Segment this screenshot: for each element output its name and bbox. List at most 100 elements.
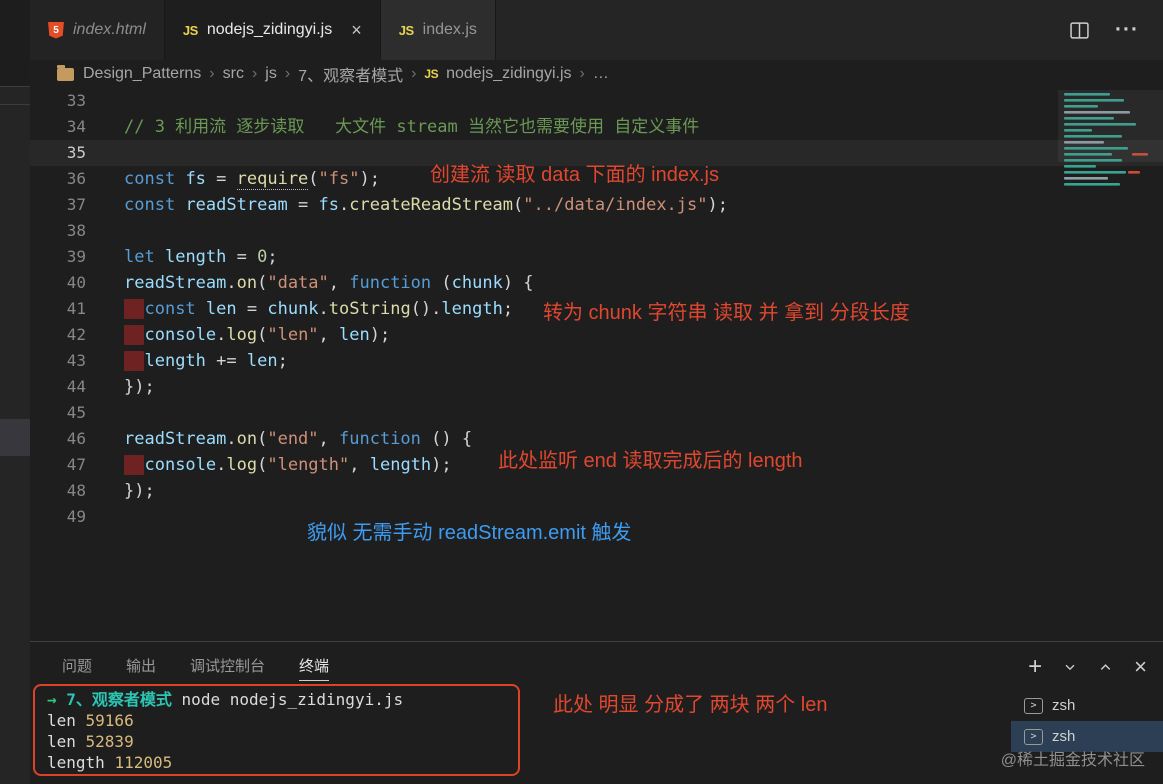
code-text: readStream.on("end", function () {	[124, 429, 473, 449]
code-line-43[interactable]: 43 length += len;	[30, 348, 1163, 374]
line-number: 45	[66, 403, 86, 422]
panel-tabs: 问题 输出 调试控制台 终端	[30, 642, 1163, 684]
breadcrumb-separator: ›	[284, 65, 291, 82]
close-tab-icon[interactable]: ×	[351, 20, 362, 41]
activity-bar[interactable]	[0, 0, 30, 784]
breadcrumb-separator: ›	[411, 65, 417, 82]
line-number: 46	[66, 429, 86, 448]
breadcrumb-item[interactable]: nodejs_zidingyi.js	[446, 65, 571, 83]
line-number: 37	[66, 195, 86, 214]
code-line-49[interactable]: 49	[30, 504, 1163, 530]
code-text: // 3 利用流 逐步读取 大文件 stream 当然它也需要使用 自定义事件	[124, 117, 700, 137]
breadcrumb-item[interactable]: src	[223, 65, 244, 83]
breadcrumb-item[interactable]: …	[593, 65, 609, 83]
terminal-label: zsh	[1052, 697, 1076, 714]
split-editor-button[interactable]	[1070, 21, 1089, 39]
html-icon: 5	[48, 21, 64, 39]
close-panel-button[interactable]: ×	[1134, 654, 1147, 680]
code-line-42[interactable]: 42 console.log("len", len);	[30, 322, 1163, 348]
panel-tab-问题[interactable]: 问题	[62, 655, 92, 684]
breadcrumb-item[interactable]: 7、观察者模式	[298, 62, 403, 86]
code-text: length += len;	[86, 348, 288, 374]
editor[interactable]: 33 34 // 3 利用流 逐步读取 大文件 stream 当然它也需要使用 自定…	[30, 88, 1163, 641]
maximize-panel-button[interactable]	[1098, 660, 1113, 675]
terminal-instance-1[interactable]: > zsh	[1011, 690, 1163, 721]
terminal-dropdown-button[interactable]	[1063, 660, 1077, 674]
code-line-36[interactable]: 36 const fs = require("fs");	[30, 166, 1163, 192]
editor-actions: ···	[1070, 0, 1163, 60]
tab-label: index.js	[422, 21, 477, 38]
js-icon: JS	[182, 22, 198, 38]
tab-2[interactable]: JS nodejs_zidingyi.js ×	[164, 0, 381, 60]
terminal-label: zsh	[1052, 728, 1076, 745]
line-number: 44	[66, 377, 86, 396]
code-line-33[interactable]: 33	[30, 88, 1163, 114]
code-text: });	[124, 481, 155, 501]
terminal-highlight-box: → 7、观察者模式 node nodejs_zidingyi.jslen 591…	[33, 684, 520, 776]
js-icon: JS	[398, 22, 414, 38]
terminal-line-2: len 59166	[47, 711, 134, 730]
terminal-list: > zsh > zsh	[1011, 690, 1163, 752]
line-number: 41	[66, 299, 86, 318]
activity-bar-top	[0, 0, 30, 86]
breadcrumb-item[interactable]: Design_Patterns	[83, 65, 201, 83]
watermark: @稀土掘金技术社区	[1000, 752, 1145, 769]
code-line-38[interactable]: 38	[30, 218, 1163, 244]
terminal-line-1: → 7、观察者模式 node nodejs_zidingyi.js	[47, 690, 404, 709]
breadcrumb-items: Design_Patterns › src › js › 7、观察者模式 › JS nodejs_…	[83, 62, 609, 86]
line-number: 35	[66, 143, 86, 162]
code-line-35[interactable]: 35	[30, 140, 1163, 166]
breadcrumb-separator: ›	[251, 65, 258, 82]
breadcrumb: Design_Patterns › src › js › 7、观察者模式 › JS nodejs_…	[30, 60, 1163, 88]
code-text: });	[124, 377, 155, 397]
code-line-48[interactable]: 48});	[30, 478, 1163, 504]
panel-tab-终端[interactable]: 终端	[299, 655, 330, 684]
code-area: 33 34 // 3 利用流 逐步读取 大文件 stream 当然它也需要使用 自定…	[30, 88, 1163, 530]
minimap-slider[interactable]	[1058, 90, 1163, 162]
folder-icon	[57, 64, 74, 81]
line-number: 39	[66, 247, 86, 266]
code-line-45[interactable]: 45	[30, 400, 1163, 426]
terminal-icon: >	[1024, 728, 1043, 745]
panel-tab-调试控制台[interactable]: 调试控制台	[190, 655, 265, 684]
code-line-34[interactable]: 34 // 3 利用流 逐步读取 大文件 stream 当然它也需要使用 自定义事…	[30, 114, 1163, 140]
tab-bar: 5 index.html JS nodejs_zidingyi.js × JS index.…	[30, 0, 1163, 60]
activity-bar-highlight	[0, 419, 30, 456]
line-number: 49	[66, 507, 86, 526]
terminal-output: → 7、观察者模式 node nodejs_zidingyi.jslen 591…	[47, 689, 506, 773]
code-text: readStream.on("data", function (chunk) {	[124, 273, 534, 293]
line-number: 48	[66, 481, 86, 500]
terminal-icon: >	[1024, 697, 1043, 714]
line-number: 34	[66, 117, 86, 136]
code-line-39[interactable]: 39 let length = 0;	[30, 244, 1163, 270]
code-line-46[interactable]: 46 readStream.on("end", function () {	[30, 426, 1163, 452]
minimap[interactable]	[1058, 90, 1163, 205]
tab-label: index.html	[73, 21, 146, 38]
line-number: 47	[66, 455, 86, 474]
terminal[interactable]: → 7、观察者模式 node nodejs_zidingyi.jslen 591…	[30, 684, 1163, 784]
code-line-47[interactable]: 47 console.log("length", length);	[30, 452, 1163, 478]
code-text: console.log("length", length);	[86, 452, 452, 478]
code-line-44[interactable]: 44});	[30, 374, 1163, 400]
new-terminal-button[interactable]: +	[1028, 653, 1042, 681]
tab-label: nodejs_zidingyi.js	[206, 21, 333, 38]
code-line-40[interactable]: 40 readStream.on("data", function (chunk)…	[30, 270, 1163, 296]
code-text: const fs = require("fs");	[124, 169, 380, 190]
tab-1[interactable]: 5 index.html	[30, 0, 165, 60]
more-actions-button[interactable]: ···	[1115, 18, 1139, 42]
code-line-37[interactable]: 37 const readStream = fs.createReadStream…	[30, 192, 1163, 218]
code-line-41[interactable]: 41 const len = chunk.toString().length;	[30, 296, 1163, 322]
tab-3[interactable]: JS index.js	[380, 0, 496, 60]
bottom-panel: 问题 输出 调试控制台 终端 + × → 7、观察者模式 node nodejs_zi…	[30, 641, 1163, 784]
terminal-line-4: length 112005	[47, 753, 173, 772]
panel-tab-输出[interactable]: 输出	[126, 655, 156, 684]
line-number: 43	[66, 351, 86, 370]
line-number: 38	[66, 221, 86, 240]
js-icon: JS	[424, 67, 439, 81]
breadcrumb-item[interactable]: js	[265, 65, 277, 83]
line-number: 40	[66, 273, 86, 292]
